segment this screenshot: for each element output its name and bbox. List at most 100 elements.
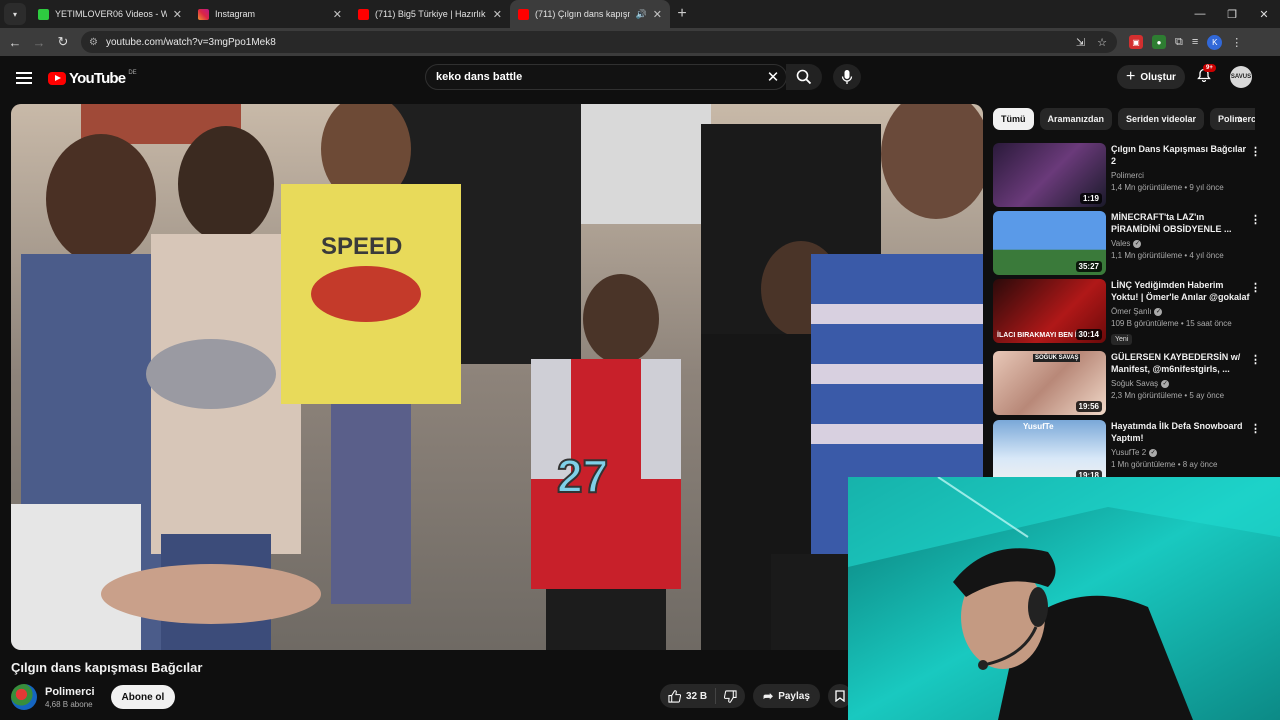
recommendation-item[interactable]: İLACI BIRAKMAYI BEN İS 30:14 LİNÇ Yediği… [993,279,1265,345]
speaker-icon[interactable]: 🔊 [636,9,647,20]
recommendation-item[interactable]: 1:19 Çılgın Dans Kapışması Bağcılar 2 Po… [993,143,1265,207]
subscribe-button[interactable]: Abone ol [110,685,176,709]
video-title: Çılgın dans kapışması Bağcılar [11,660,203,675]
bookmark-star-icon[interactable]: ☆ [1097,36,1107,49]
thumbnail-caption: İLACI BIRAKMAYI BEN İS [997,332,1082,339]
search-input[interactable]: keko dans battle ✕ [425,64,787,90]
video-thumbnail[interactable]: YusufTe 19:18 [993,420,1106,484]
tab-close-icon[interactable]: ✕ [333,8,342,21]
browser-tab-2[interactable]: (711) Big5 Türkiye | Hazırlık Se... ✕ [350,0,510,28]
video-thumbnail[interactable]: 1:19 [993,143,1106,207]
tab-title: (711) Big5 Türkiye | Hazırlık Se... [375,9,487,19]
chevron-down-icon: ▾ [12,9,17,19]
channel-name[interactable]: Vales [1111,239,1130,248]
share-button[interactable]: ➦ Paylaş [753,684,820,708]
address-bar[interactable]: ⚙ youtube.com/watch?v=3mgPpo1Mek8 ⇲ ☆ [81,31,1117,53]
hamburger-menu-icon[interactable] [16,72,32,84]
chip-channel[interactable]: Polimerci [1210,108,1255,130]
jersey-number: 27 [557,450,608,502]
video-thumbnail[interactable]: 35:27 [993,211,1106,275]
extension-red-icon[interactable]: ▣ [1129,35,1143,49]
channel-name[interactable]: YusufTe 2 [1111,448,1146,457]
channel-name[interactable]: Ömer Şanlı [1111,307,1151,316]
chip-all[interactable]: Tümü [993,108,1034,130]
video-player[interactable]: SPEED 27 [11,104,983,650]
extension-green-icon[interactable]: ● [1152,35,1166,49]
browser-tab-1[interactable]: Instagram ✕ [190,0,350,28]
browser-tab-0[interactable]: YETIMLOVER06 Videos - Watch ✕ [30,0,190,28]
tab-favicon [38,8,49,20]
video-thumbnail[interactable]: İLACI BIRAKMAYI BEN İS 30:14 [993,279,1106,343]
chip-from-search[interactable]: Aramanızdan [1039,108,1113,130]
tab-close-icon[interactable]: ✕ [173,8,182,21]
thumbnail-caption: SOĞUK SAVAŞ [1033,354,1081,362]
recommendation-title[interactable]: GÜLERSEN KAYBEDERSİN w/ Manifest, @m6nif… [1111,351,1251,375]
browser-tab-3[interactable]: (711) Çılgın dans kapışması 🔊 ✕ [510,0,670,28]
minimize-icon[interactable]: — [1184,8,1216,20]
media-controls-icon[interactable]: ≡ [1192,36,1198,48]
search-button[interactable] [786,64,822,90]
clear-search-icon[interactable]: ✕ [760,68,786,86]
search-query: keko dans battle [436,71,523,83]
recommendation-info: MİNECRAFT'ta LAZ'ın PİRAMİDİNİ OBSİDYENL… [1111,211,1251,275]
recommendation-title[interactable]: LİNÇ Yediğimden Haberim Yoktu! | Ömer'le… [1111,279,1251,303]
more-options-icon[interactable]: ⋮ [1250,213,1261,226]
create-button[interactable]: + Oluştur [1117,65,1185,89]
recommendation-item[interactable]: 35:27 MİNECRAFT'ta LAZ'ın PİRAMİDİNİ OBS… [993,211,1265,275]
recommendation-info: Çılgın Dans Kapışması Bağcılar 2 Polimer… [1111,143,1251,207]
thumbs-down-icon [724,689,737,703]
recommendation-meta: 1 Mn görüntüleme • 8 ay önce [1111,460,1218,469]
create-label: Oluştur [1140,71,1176,83]
recommendation-meta: 109 B görüntüleme • 15 saat önce [1111,319,1232,328]
channel-name[interactable]: Polimerci [45,686,95,698]
recommendation-info: GÜLERSEN KAYBEDERSİN w/ Manifest, @m6nif… [1111,351,1251,415]
tab-search-button[interactable]: ▾ [4,3,26,25]
channel-name[interactable]: Soğuk Savaş [1111,379,1158,388]
youtube-logo[interactable]: YouTube DE [48,70,137,87]
channel-name[interactable]: Polimerci [1111,171,1144,180]
forward-icon[interactable]: → [27,35,51,50]
verified-check-icon: ✓ [1133,239,1142,248]
new-tab-button[interactable]: + [670,5,694,23]
search-icon [796,69,812,85]
like-count: 32 B [686,690,708,702]
menu-kebab-icon[interactable]: ⋮ [1231,36,1242,49]
like-button[interactable]: 32 B [660,688,717,704]
recommendation-title[interactable]: MİNECRAFT'ta LAZ'ın PİRAMİDİNİ OBSİDYENL… [1111,211,1251,235]
more-options-icon[interactable]: ⋮ [1250,353,1261,366]
more-options-icon[interactable]: ⋮ [1250,422,1261,435]
profile-avatar[interactable]: K [1207,34,1223,50]
recommendation-channel: YusufTe 2 ✓ [1111,448,1251,457]
channel-avatar[interactable] [11,684,37,710]
recommendation-item[interactable]: SOĞUK SAVAŞ 19:56 GÜLERSEN KAYBEDERSİN w… [993,351,1265,415]
site-info-icon[interactable]: ⚙ [89,37,98,48]
chip-from-series[interactable]: Seriden videolar [1118,108,1205,130]
recommendation-item[interactable]: YusufTe 19:18 Hayatımda İlk Defa Snowboa… [993,420,1265,484]
tab-title: (711) Çılgın dans kapışması [535,9,630,19]
chevron-right-icon[interactable]: › [1238,110,1243,126]
more-options-icon[interactable]: ⋮ [1250,145,1261,158]
reload-icon[interactable]: ↻ [51,34,75,50]
tab-close-icon[interactable]: ✕ [653,8,662,21]
notification-badge: 9+ [1203,64,1216,72]
share-label: Paylaş [778,690,810,702]
youtube-favicon [358,8,369,20]
more-options-icon[interactable]: ⋮ [1250,281,1261,294]
dislike-button[interactable] [716,689,745,703]
recommendation-channel: Vales ✓ [1111,239,1251,248]
install-icon[interactable]: ⇲ [1076,36,1085,49]
logo-text: YouTube [69,69,126,87]
duration-badge: 35:27 [1075,261,1102,272]
close-window-icon[interactable]: ✕ [1248,8,1280,21]
video-thumbnail[interactable]: SOĞUK SAVAŞ 19:56 [993,351,1106,415]
account-avatar[interactable]: SAVUS [1230,66,1252,88]
recommendation-info: LİNÇ Yediğimden Haberim Yoktu! | Ömer'le… [1111,279,1251,345]
voice-search-button[interactable] [833,64,861,90]
restore-icon[interactable]: ❐ [1216,8,1248,21]
recommendation-title[interactable]: Hayatımda İlk Defa Snowboard Yaptım! [1111,420,1251,444]
puzzle-icon[interactable]: ⧉ [1175,36,1183,49]
recommendation-title[interactable]: Çılgın Dans Kapışması Bağcılar 2 [1111,143,1251,167]
recommendation-channel: Polimerci [1111,171,1251,180]
back-icon[interactable]: ← [3,35,27,50]
tab-close-icon[interactable]: ✕ [493,8,502,21]
